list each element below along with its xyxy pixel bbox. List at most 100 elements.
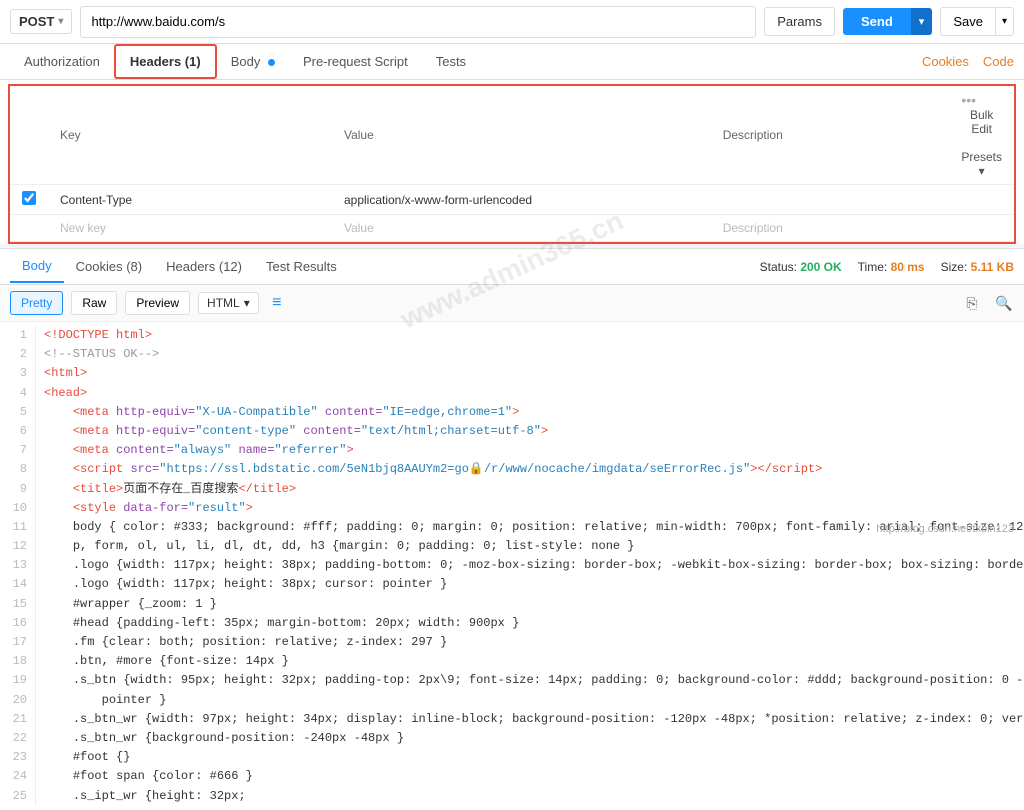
resp-tab-cookies[interactable]: Cookies (8) [64, 251, 154, 282]
line-content: .s_ipt_wr {height: 32px; [44, 787, 1024, 806]
code-link[interactable]: Code [983, 54, 1014, 69]
line-content: <title>页面不存在_百度搜索</title> [44, 480, 1024, 499]
send-dropdown-button[interactable]: ▾ [911, 8, 933, 35]
header-key-0[interactable]: Content-Type [48, 185, 332, 215]
code-toolbar: Pretty Raw Preview HTML ▾ ≡ ⎘ 🔍 [0, 285, 1024, 322]
tab-body[interactable]: Body [217, 46, 289, 77]
code-line: 23 #foot {} [0, 748, 1024, 767]
code-line: 13 .logo {width: 117px; height: 38px; pa… [0, 556, 1024, 575]
tab-authorization[interactable]: Authorization [10, 46, 114, 77]
line-content: #foot span {color: #666 } [44, 767, 1024, 786]
code-line: 4 <head> [0, 384, 1024, 403]
pretty-button[interactable]: Pretty [10, 291, 63, 315]
code-line: 8 <script src="https://ssl.bdstatic.com/… [0, 460, 1024, 479]
th-value: Value [332, 86, 711, 185]
line-content: .logo {width: 117px; height: 38px; paddi… [44, 556, 1024, 575]
save-btn-group: Save ▾ [940, 7, 1014, 36]
code-line: 16 #head {padding-left: 35px; margin-bot… [0, 614, 1024, 633]
save-dropdown-button[interactable]: ▾ [995, 8, 1013, 35]
new-checkbox-cell [10, 215, 48, 242]
new-desc-cell: Description [711, 215, 950, 242]
code-line: 7 <meta content="always" name="referrer"… [0, 441, 1024, 460]
method-select[interactable]: POST ▾ [10, 9, 72, 34]
cookies-link[interactable]: Cookies [922, 54, 969, 69]
raw-button[interactable]: Raw [71, 291, 117, 315]
code-line: 20 pointer } [0, 691, 1024, 710]
request-tabs: Authorization Headers (1) Body Pre-reque… [0, 44, 1024, 80]
presets-button[interactable]: Presets ▾ [961, 150, 1002, 178]
preview-button[interactable]: Preview [125, 291, 190, 315]
checkbox-cell[interactable] [10, 185, 48, 215]
code-line: 15 #wrapper {_zoom: 1 } [0, 595, 1024, 614]
bulk-edit-button[interactable]: Bulk Edit [961, 108, 1002, 136]
url-input[interactable] [80, 6, 756, 38]
line-content: .s_btn {width: 95px; height: 32px; paddi… [44, 671, 1024, 690]
line-content: .s_btn_wr {width: 97px; height: 34px; di… [44, 710, 1024, 729]
line-number: 18 [0, 652, 36, 671]
line-content: <meta http-equiv="X-UA-Compatible" conte… [44, 403, 1024, 422]
params-button[interactable]: Params [764, 7, 835, 36]
code-line: 21 .s_btn_wr {width: 97px; height: 34px;… [0, 710, 1024, 729]
code-line: 2<!--STATUS OK--> [0, 345, 1024, 364]
line-content: <!DOCTYPE html> [44, 326, 1024, 345]
method-label: POST [19, 14, 54, 29]
send-button[interactable]: Send [843, 8, 911, 35]
line-number: 21 [0, 710, 36, 729]
line-content: .logo {width: 117px; height: 38px; curso… [44, 575, 1024, 594]
bottom-link: http://blog.csdn.net/txbin123 [876, 523, 1014, 535]
wrap-button[interactable]: ≡ [267, 293, 287, 313]
format-label: HTML [207, 296, 240, 310]
line-number: 16 [0, 614, 36, 633]
body-dot [268, 59, 275, 66]
line-number: 19 [0, 671, 36, 690]
code-line: 3<html> [0, 364, 1024, 383]
resp-tab-test-results[interactable]: Test Results [254, 251, 349, 282]
new-row-actions [949, 215, 1014, 242]
resp-tab-body[interactable]: Body [10, 250, 64, 283]
header-row-actions-0 [949, 185, 1014, 215]
line-content: <style data-for="result"> [44, 499, 1024, 518]
time-display: Time: 80 ms [858, 260, 925, 274]
line-number: 4 [0, 384, 36, 403]
header-value-0[interactable]: application/x-www-form-urlencoded [332, 185, 711, 215]
header-checkbox-0[interactable] [22, 191, 36, 205]
dots-icon[interactable]: ••• [961, 92, 976, 108]
line-content: #head {padding-left: 35px; margin-bottom… [44, 614, 1024, 633]
line-number: 1 [0, 326, 36, 345]
headers-table: Key Value Description ••• Bulk Edit Pres… [10, 86, 1014, 242]
header-row-0: Content-Type application/x-www-form-urle… [10, 185, 1014, 215]
format-chevron: ▾ [244, 296, 250, 310]
new-value-cell[interactable]: Value [332, 215, 711, 242]
time-value: 80 ms [891, 260, 925, 274]
line-number: 24 [0, 767, 36, 786]
line-content: <meta http-equiv="content-type" content=… [44, 422, 1024, 441]
size-value: 5.11 KB [971, 260, 1014, 274]
line-number: 11 [0, 518, 36, 537]
line-number: 6 [0, 422, 36, 441]
right-actions: Cookies Code [922, 54, 1014, 69]
resp-tab-headers[interactable]: Headers (12) [154, 251, 254, 282]
line-number: 14 [0, 575, 36, 594]
tab-tests[interactable]: Tests [422, 46, 480, 77]
tab-headers[interactable]: Headers (1) [114, 44, 217, 79]
code-line: 14 .logo {width: 117px; height: 38px; cu… [0, 575, 1024, 594]
format-select[interactable]: HTML ▾ [198, 292, 259, 314]
th-actions: ••• Bulk Edit Presets ▾ [949, 86, 1014, 185]
line-number: 20 [0, 691, 36, 710]
code-line: 19 .s_btn {width: 95px; height: 32px; pa… [0, 671, 1024, 690]
status-prefix: Status: 200 OK [760, 260, 842, 274]
response-area: Body Cookies (8) Headers (12) Test Resul… [0, 248, 1024, 810]
code-line: 22 .s_btn_wr {background-position: -240p… [0, 729, 1024, 748]
new-key-cell[interactable]: New key [48, 215, 332, 242]
search-button[interactable]: 🔍 [994, 293, 1014, 313]
save-button[interactable]: Save [941, 8, 995, 35]
line-content: <head> [44, 384, 1024, 403]
line-number: 13 [0, 556, 36, 575]
line-number: 23 [0, 748, 36, 767]
line-number: 25 [0, 787, 36, 806]
tab-pre-request-script[interactable]: Pre-request Script [289, 46, 422, 77]
line-number: 9 [0, 480, 36, 499]
line-number: 5 [0, 403, 36, 422]
line-content: .s_btn_wr {background-position: -240px -… [44, 729, 1024, 748]
copy-button[interactable]: ⎘ [962, 293, 982, 313]
